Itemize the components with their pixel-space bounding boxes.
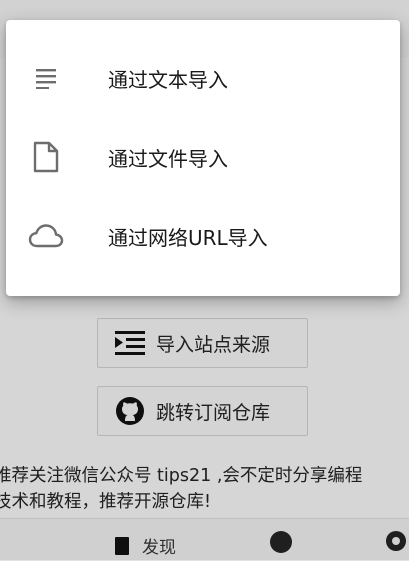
- menu-item-import-by-text[interactable]: 通过文本导入: [6, 39, 400, 117]
- menu-item-import-by-file-label: 通过文件导入: [108, 146, 228, 171]
- text-lines-icon: [26, 58, 66, 98]
- menu-item-import-by-text-label: 通过文本导入: [108, 67, 228, 92]
- file-icon: [26, 137, 66, 177]
- menu-item-import-by-url-label: 通过网络URL导入: [108, 225, 268, 250]
- menu-item-import-by-url[interactable]: 通过网络URL导入: [6, 197, 400, 275]
- menu-item-import-by-file[interactable]: 通过文件导入: [6, 118, 400, 196]
- import-options-menu: 通过文本导入 通过文件导入 通过网络URL导入: [6, 20, 400, 296]
- cloud-icon: [26, 216, 66, 256]
